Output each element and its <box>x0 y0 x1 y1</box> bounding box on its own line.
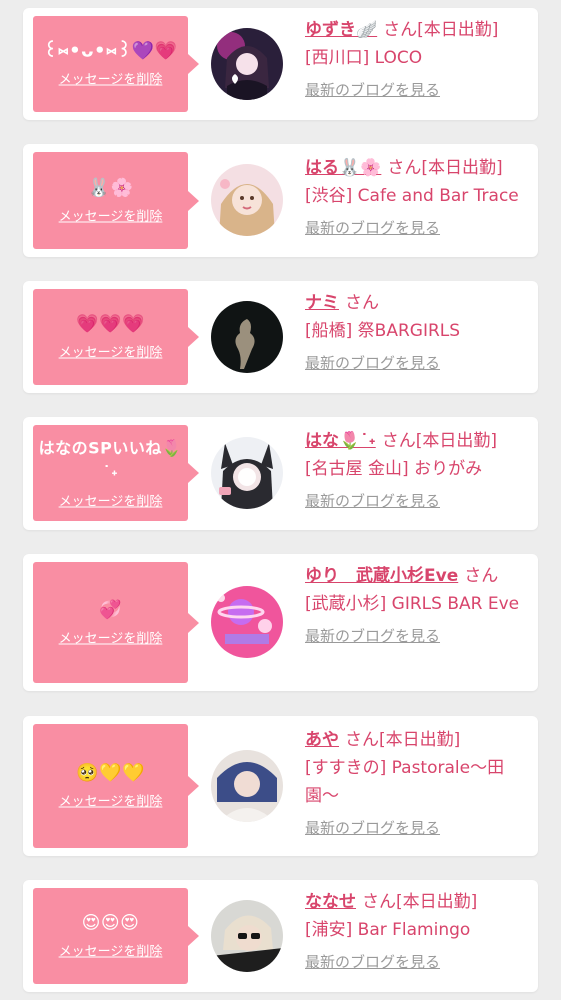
latest-blog-link[interactable]: 最新のブログを見る <box>305 487 440 515</box>
list-item: はなのSPいいね🌷˙˖ メッセージを削除 はな🌷˙˖ さん[本日出勤] [名古屋 … <box>23 417 538 530</box>
avatar[interactable] <box>211 28 283 100</box>
user-name-link[interactable]: はな🌷˙˖ <box>305 431 376 451</box>
latest-blog-link[interactable]: 最新のブログを見る <box>305 214 440 242</box>
shop-name: [名古屋 金山] おりがみ <box>305 459 483 479</box>
list-item: 💗💗💗 メッセージを削除 ナミ さん [船橋] 祭BARGIRLS 最新のブログを… <box>23 281 538 393</box>
list-item: ꒰⑅•ᴗ•⑅꒱💜💗 メッセージを削除 ゆずき🪽 さん[本日出勤] [西川口] LO… <box>23 8 538 120</box>
message-bubble: はなのSPいいね🌷˙˖ メッセージを削除 <box>33 425 188 521</box>
latest-blog-link[interactable]: 最新のブログを見る <box>305 622 440 650</box>
entry-info: はる🐰🌸 さん[本日出勤] [渋谷] Cafe and Bar Trace 最新の… <box>305 154 533 242</box>
honorific: さん <box>383 20 418 40</box>
shop-name: [武蔵小杉] GIRLS BAR Eve <box>305 594 520 614</box>
shop-name: [西川口] LOCO <box>305 48 423 68</box>
user-name-link[interactable]: あや <box>305 730 339 750</box>
attendance-tag: [本日出勤] <box>417 20 499 40</box>
girl-photo-glasses-icon <box>211 900 283 972</box>
pink-graphic-photo-icon <box>211 586 283 658</box>
user-name-link[interactable]: ゆり 武蔵小杉Eve <box>305 566 458 586</box>
honorific: さん <box>387 158 422 178</box>
entry-info: あや さん[本日出勤] [すすきの] Pastorale〜田園〜 最新のブログを見… <box>305 726 533 842</box>
message-text: 💗💗💗 <box>76 313 145 335</box>
attendance-tag: [本日出勤] <box>396 892 478 912</box>
honorific: さん <box>345 293 379 313</box>
message-bubble: 💗💗💗 メッセージを削除 <box>33 289 188 385</box>
latest-blog-link[interactable]: 最新のブログを見る <box>305 76 440 104</box>
avatar[interactable] <box>211 164 283 236</box>
delete-message-link[interactable]: メッセージを削除 <box>59 791 163 810</box>
avatar[interactable] <box>211 750 283 822</box>
entry-info: はな🌷˙˖ さん[本日出勤] [名古屋 金山] おりがみ 最新のブログを見る <box>305 427 533 515</box>
message-text: 🥺💛💛 <box>76 762 145 784</box>
avatar[interactable] <box>211 586 283 658</box>
latest-blog-link[interactable]: 最新のブログを見る <box>305 948 440 976</box>
user-name-link[interactable]: はる🐰🌸 <box>305 158 381 178</box>
shop-name: [船橋] 祭BARGIRLS <box>305 321 461 341</box>
message-text: 💞 <box>99 599 122 620</box>
list-item: 🐰🌸 メッセージを削除 はる🐰🌸 さん[本日出勤] [渋谷] Cafe and B… <box>23 144 538 257</box>
delete-message-link[interactable]: メッセージを削除 <box>59 342 163 361</box>
attendance-tag: [本日出勤] <box>421 158 503 178</box>
girl-photo-bunny-icon <box>211 437 283 509</box>
shop-name: [浦安] Bar Flamingo <box>305 920 471 940</box>
delete-message-link[interactable]: メッセージを削除 <box>59 941 163 960</box>
honorific: さん <box>381 431 416 451</box>
delete-message-link[interactable]: メッセージを削除 <box>59 627 163 646</box>
delete-message-link[interactable]: メッセージを削除 <box>59 69 163 88</box>
honorific: さん <box>464 566 499 586</box>
message-bubble: 💞 メッセージを削除 <box>33 562 188 683</box>
honorific: さん <box>362 892 396 912</box>
delete-message-link[interactable]: メッセージを削除 <box>59 205 163 224</box>
girl-photo-blonde-icon <box>211 164 283 236</box>
avatar[interactable] <box>211 437 283 509</box>
dark-photo-icon <box>211 301 283 373</box>
girl-photo-blue-hair-icon <box>211 750 283 822</box>
message-text: 🐰🌸 <box>87 177 134 198</box>
message-text: 😍😍😍 <box>81 912 140 934</box>
user-name-link[interactable]: ゆずき🪽 <box>305 20 377 40</box>
entry-info: ななせ さん[本日出勤] [浦安] Bar Flamingo 最新のブログを見る <box>305 888 533 976</box>
honorific: さん <box>345 730 379 750</box>
list-item: 🥺💛💛 メッセージを削除 あや さん[本日出勤] [すすきの] Pastorale… <box>23 716 538 856</box>
message-bubble: 😍😍😍 メッセージを削除 <box>33 888 188 984</box>
message-bubble: ꒰⑅•ᴗ•⑅꒱💜💗 メッセージを削除 <box>33 16 188 112</box>
user-name-link[interactable]: ナミ <box>305 293 339 313</box>
list-item: 💞 メッセージを削除 ゆり 武蔵小杉Eve さん [武蔵小杉] GIRLS BAR… <box>23 554 538 691</box>
user-name-link[interactable]: ななせ <box>305 892 356 912</box>
latest-blog-link[interactable]: 最新のブログを見る <box>305 349 440 377</box>
avatar[interactable] <box>211 301 283 373</box>
message-bubble: 🐰🌸 メッセージを削除 <box>33 152 188 249</box>
entry-info: ゆり 武蔵小杉Eve さん [武蔵小杉] GIRLS BAR Eve 最新のブログ… <box>305 562 533 650</box>
attendance-tag: [本日出勤] <box>379 730 461 750</box>
avatar[interactable] <box>211 900 283 972</box>
attendance-tag: [本日出勤] <box>415 431 498 451</box>
shop-name: [渋谷] Cafe and Bar Trace <box>305 186 519 206</box>
message-text: ꒰⑅•ᴗ•⑅꒱💜💗 <box>43 40 178 62</box>
entry-info: ゆずき🪽 さん[本日出勤] [西川口] LOCO 最新のブログを見る <box>305 16 533 104</box>
message-bubble: 🥺💛💛 メッセージを削除 <box>33 724 188 848</box>
list-item: 😍😍😍 メッセージを削除 ななせ さん[本日出勤] [浦安] Bar Flamin… <box>23 880 538 992</box>
latest-blog-link[interactable]: 最新のブログを見る <box>305 814 440 842</box>
shop-name: [すすきの] Pastorale〜田園〜 <box>305 758 505 806</box>
girl-photo-neon-icon <box>211 28 283 100</box>
delete-message-link[interactable]: メッセージを削除 <box>59 491 163 510</box>
message-text: はなのSPいいね🌷˙˖ <box>38 438 183 482</box>
entry-info: ナミ さん [船橋] 祭BARGIRLS 最新のブログを見る <box>305 289 533 377</box>
